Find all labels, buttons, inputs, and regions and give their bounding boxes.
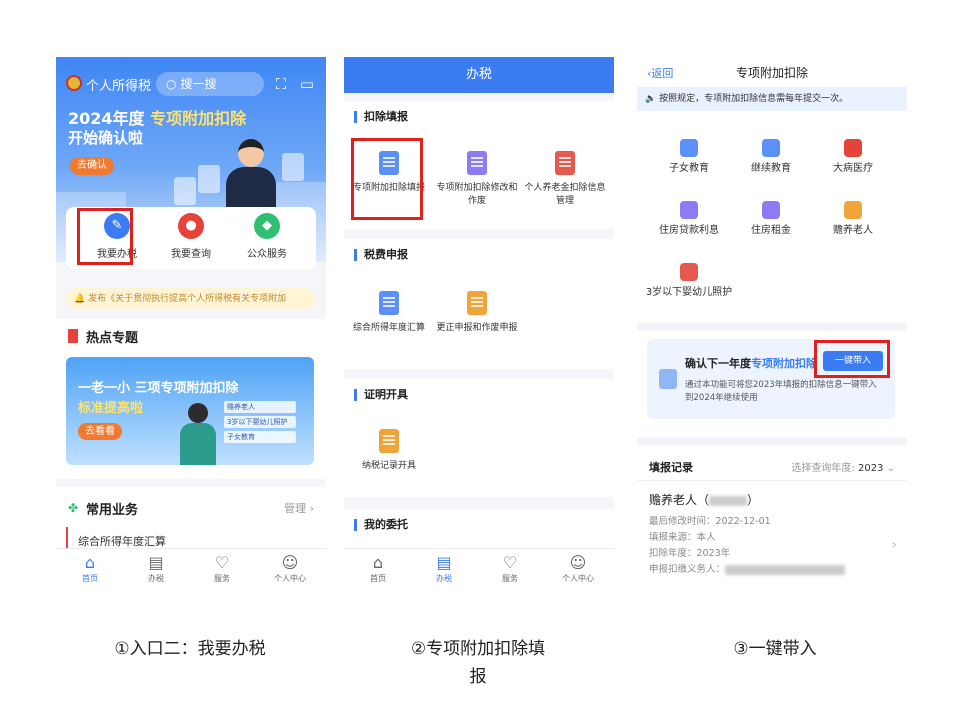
- heart-icon: ♡: [502, 553, 518, 572]
- record-item[interactable]: 赡养老人（） 最后修改时间：2022-12-01 填报来源：本人 扣除年度：20…: [649, 491, 895, 578]
- document-icon: ▤: [436, 553, 452, 572]
- pension-card-icon: [555, 151, 575, 175]
- item-housing-loan[interactable]: 住房贷款利息: [647, 201, 731, 238]
- hot-topic-card[interactable]: 一老一小 三项专项附加扣除 标准提高啦 去看看 赡养老人 3岁以下婴幼儿照护 子…: [66, 357, 314, 465]
- highlight-special-deduction: [351, 138, 423, 220]
- house-loan-icon: [680, 201, 698, 219]
- card-person-illustration: [178, 403, 218, 465]
- app-title: 个人所得税: [86, 79, 152, 94]
- home-icon: ⌂: [84, 553, 96, 572]
- nav-header: 专项附加扣除 ‹返回: [637, 57, 907, 87]
- caption-step1: ①入口二：我要办税: [114, 639, 266, 659]
- tab-home[interactable]: ⌂ 首页: [60, 553, 120, 584]
- message-icon[interactable]: ▭: [298, 75, 316, 93]
- section-tax-declaration: 税费申报 综合所得年度汇算 更正申报和作废申报: [344, 239, 614, 369]
- import-card-desc: 通过本功能可将您2023年填报的扣除信息一键带入到2024年继续使用: [685, 380, 877, 403]
- back-button[interactable]: ‹返回: [647, 65, 673, 81]
- year-selector[interactable]: 选择查询年度: 2023 ⌄: [791, 459, 895, 474]
- tab-service[interactable]: ♡ 服务: [192, 553, 252, 584]
- item-housing-rent[interactable]: 住房租金: [729, 201, 813, 238]
- page-title: 办税: [344, 57, 614, 93]
- item-infant-care[interactable]: 3岁以下婴幼儿照护: [641, 263, 737, 300]
- screen-home: 个人所得税 ○ 搜一搜 ⛶ ▭ 2024年度 专项附加扣除 开始确认啦 去确认 ✎…: [56, 57, 326, 590]
- tab-tax[interactable]: ▤ 办税: [414, 553, 474, 584]
- yen-document-icon: [379, 291, 399, 315]
- tax-emblem-icon: [66, 75, 82, 91]
- item-pension-deduction[interactable]: 个人养老金扣除信息管理: [522, 151, 608, 208]
- banner-title: 2024年度 专项附加扣除: [68, 109, 247, 128]
- caption-step3: ③一键带入: [733, 639, 817, 659]
- infant-icon: [680, 263, 698, 281]
- grid-icon: ✤: [68, 501, 79, 515]
- quick-item-public-service[interactable]: ◆ 公众服务: [232, 213, 302, 265]
- banner-confirm-button[interactable]: 去确认: [70, 157, 114, 175]
- chevron-down-icon: ⌄: [886, 463, 895, 474]
- hot-card-view-button[interactable]: 去看看: [78, 423, 122, 440]
- house-icon: [762, 201, 780, 219]
- tab-bar: ⌂ 首页 ▤ 办税 ♡ 服务 ☺ 个人中心: [56, 548, 326, 590]
- highlight-one-click: [814, 340, 890, 378]
- books-icon: [680, 139, 698, 157]
- document-icon: ▤: [148, 553, 164, 572]
- record-name: 赡养老人（）: [649, 493, 760, 507]
- home-icon: ⌂: [372, 553, 384, 572]
- chevron-right-icon: ›: [891, 537, 897, 553]
- tab-tax[interactable]: ▤ 办税: [126, 553, 186, 584]
- graduation-cap-icon: [762, 139, 780, 157]
- search-icon: ●: [178, 213, 204, 239]
- speaker-icon: 🔈: [645, 94, 657, 104]
- user-icon: ☺: [281, 553, 299, 572]
- item-continuing-education[interactable]: 继续教育: [729, 139, 813, 176]
- tab-bar: ⌂ 首页 ▤ 办税 ♡ 服务 ☺ 个人中心: [344, 548, 614, 590]
- elderly-icon: [844, 201, 862, 219]
- section-certificate: 证明开具 纳税记录开具: [344, 379, 614, 497]
- document-pen-icon: [659, 369, 677, 389]
- item-child-education[interactable]: 子女教育: [647, 139, 731, 176]
- quick-item-query[interactable]: ● 我要查询: [156, 213, 226, 265]
- bell-icon: 🔔: [74, 294, 86, 304]
- top-bar: 个人所得税 ○ 搜一搜 ⛶ ▭: [56, 71, 326, 97]
- item-tax-record[interactable]: 纳税记录开具: [346, 429, 432, 473]
- import-card-title: 确认下一年度专项附加扣除: [685, 357, 817, 370]
- highlight-tax-filing: [77, 208, 133, 265]
- item-special-deduction-modify[interactable]: 专项附加扣除修改和作废: [434, 151, 520, 208]
- hot-topics: 热点专题 一老一小 三项专项附加扣除 标准提高啦 去看看 赡养老人 3岁以下婴幼…: [56, 319, 326, 479]
- card-tags: 赡养老人 3岁以下婴幼儿照护 子女教育: [224, 401, 296, 446]
- document-edit-icon: [467, 151, 487, 175]
- screen-special-deduction: 专项附加扣除 ‹返回 🔈 按照规定，专项附加扣除信息需每年提交一次。 子女教育 …: [637, 57, 907, 590]
- search-icon: ○: [166, 77, 177, 91]
- manage-link[interactable]: 管理 ›: [284, 500, 314, 516]
- page-title: 专项附加扣除: [735, 66, 808, 80]
- medical-kit-icon: [844, 139, 862, 157]
- item-annual-settlement[interactable]: 综合所得年度汇算: [346, 291, 432, 335]
- records-header: 填报记录 选择查询年度: 2023 ⌄: [637, 451, 907, 481]
- item-correct-declaration[interactable]: 更正申报和作废申报: [434, 291, 520, 335]
- notice-bar: 🔈 按照规定，专项附加扣除信息需每年提交一次。: [637, 87, 907, 111]
- banner-subtitle: 开始确认啦: [68, 129, 144, 147]
- user-icon: ☺: [569, 553, 587, 572]
- search-input[interactable]: ○ 搜一搜: [156, 72, 264, 96]
- common-business: ✤ 常用业务 管理 › 综合所得年度汇算: [56, 487, 326, 557]
- tab-personal-center[interactable]: ☺ 个人中心: [260, 553, 320, 584]
- hot-flag-icon: [68, 329, 78, 343]
- scan-icon[interactable]: ⛶: [272, 75, 290, 93]
- screen-tax: 办税 扣除填报 专项附加扣除填报 专项附加扣除修改和作废 个人养老金扣除信息管理…: [344, 57, 614, 590]
- item-serious-illness[interactable]: 大病医疗: [811, 139, 895, 176]
- common-business-title: 常用业务: [86, 503, 139, 518]
- caption-step2: ②专项附加扣除填报: [410, 639, 546, 687]
- notice-bar[interactable]: 🔔 发布《关于贯彻执行提高个人所得税有关专项附加: [66, 288, 316, 310]
- heart-icon: ♡: [214, 553, 230, 572]
- certificate-icon: [379, 429, 399, 453]
- document-correct-icon: [467, 291, 487, 315]
- service-icon: ◆: [254, 213, 280, 239]
- tab-service[interactable]: ♡ 服务: [480, 553, 540, 584]
- tab-personal-center[interactable]: ☺ 个人中心: [548, 553, 608, 584]
- tab-home[interactable]: ⌂ 首页: [348, 553, 408, 584]
- item-elderly-support[interactable]: 赡养老人: [811, 201, 895, 238]
- hot-topics-title: 热点专题: [86, 331, 139, 346]
